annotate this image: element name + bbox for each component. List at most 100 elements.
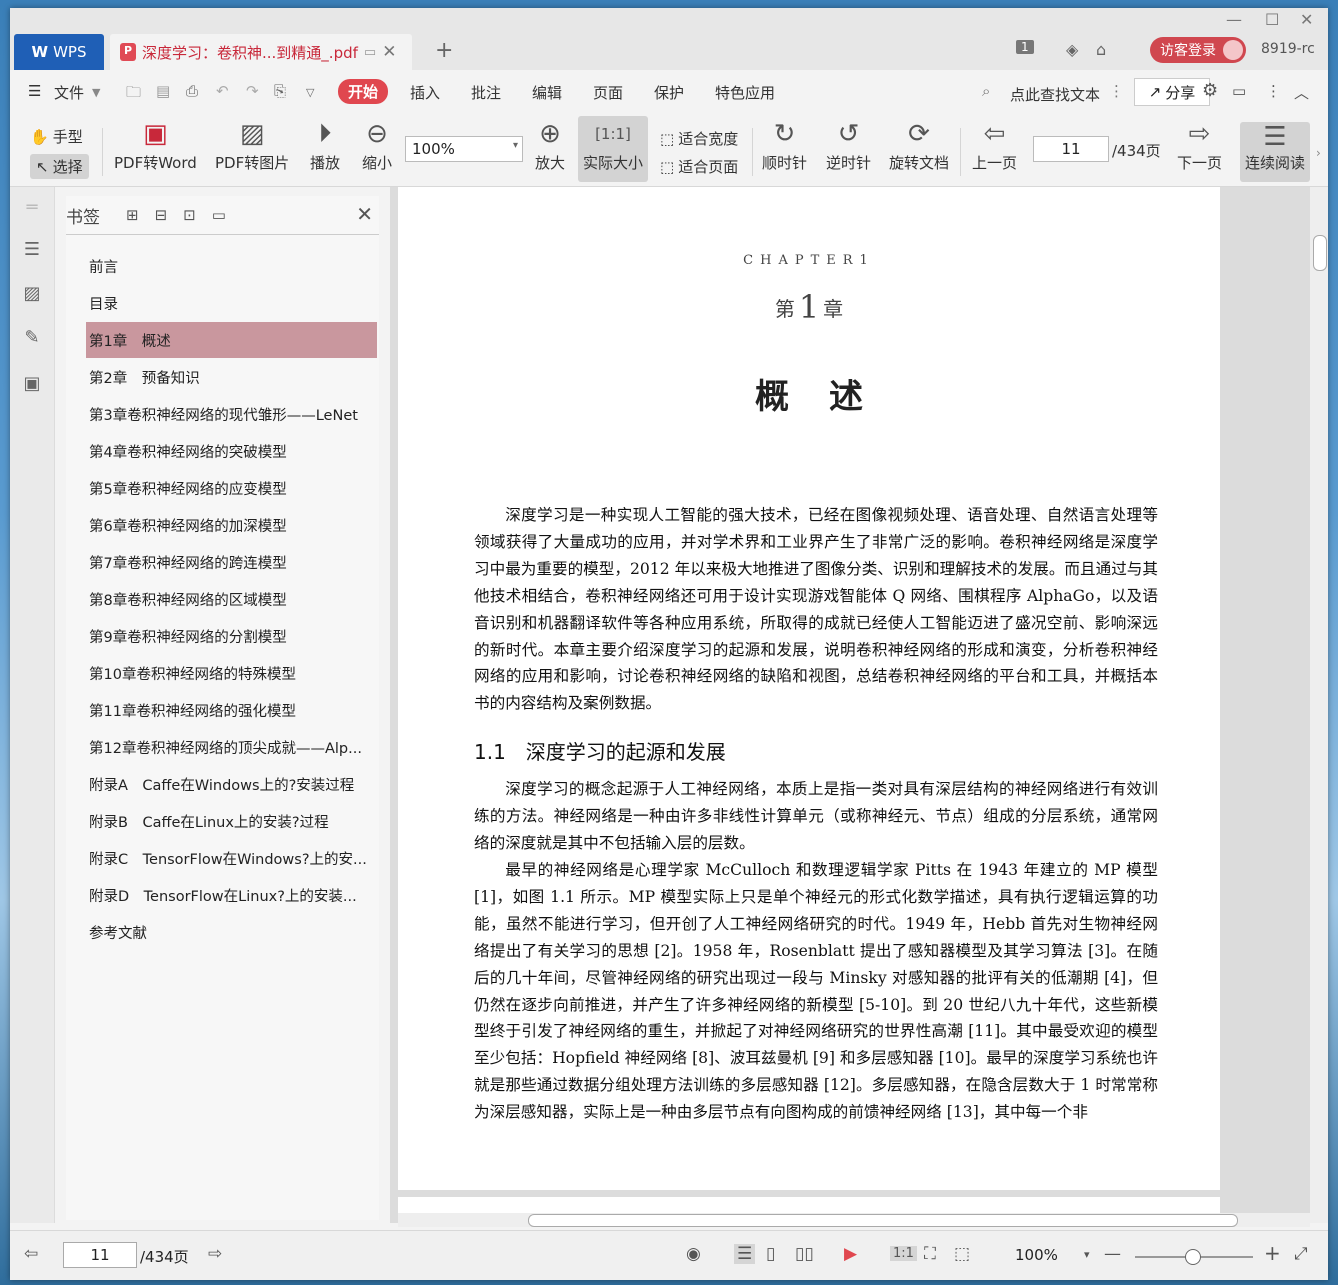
status-zoom-value[interactable]: 100%	[1015, 1246, 1058, 1264]
thumbnail-icon[interactable]: ▨	[21, 283, 43, 304]
zoom-out-button[interactable]: ⊖ 缩小	[362, 116, 392, 173]
new-tab-icon[interactable]: +	[435, 38, 453, 63]
play-icon[interactable]: ▶	[844, 1244, 857, 1264]
zoom-out-icon[interactable]: —	[1104, 1244, 1121, 1264]
bookmark-item[interactable]: ▸第10章卷积神经网络的特殊模型	[86, 655, 377, 691]
comment-icon[interactable]: ▭	[1232, 82, 1246, 100]
menu-file[interactable]: 文件	[54, 82, 84, 103]
zoom-slider-knob[interactable]	[1185, 1249, 1201, 1265]
search-text-button[interactable]: 点此查找文本	[1010, 84, 1100, 105]
bookmark-item[interactable]: 目录	[86, 285, 377, 321]
single-page-icon[interactable]: ▯	[766, 1244, 775, 1264]
rotate-clockwise-button[interactable]: ↻ 顺时针	[762, 116, 807, 173]
bookmark-item[interactable]: 附录C TensorFlow在Windows?上的安...	[86, 840, 377, 876]
close-panel-icon[interactable]: ✕	[356, 202, 373, 226]
fullscreen-icon[interactable]: ⤢	[1294, 1244, 1308, 1264]
document-viewport[interactable]: CHAPTER1 第1章 概述 深度学习是一种实现人工智能的强大技术，已经在图像…	[390, 187, 1310, 1223]
collapse-all-icon[interactable]: ⊟	[155, 206, 168, 224]
bookmark-item[interactable]: ▸第2章 预备知识	[86, 359, 377, 395]
bookmark-item[interactable]: 附录B Caffe在Linux上的安装?过程	[86, 803, 377, 839]
bookmark-item[interactable]: 附录D TensorFlow在Linux?上的安装...	[86, 877, 377, 913]
bookmark-item[interactable]: ▸第11章卷积神经网络的强化模型	[86, 692, 377, 728]
continuous-reading-button[interactable]: ☰ 连续阅读	[1240, 122, 1310, 182]
rotate-document-button[interactable]: ⟳ 旋转文档	[889, 116, 949, 173]
bookmark-item[interactable]: ▸第5章卷积神经网络的应变模型	[86, 470, 377, 506]
attachment-icon[interactable]: ▣	[21, 373, 43, 394]
save-icon[interactable]: ▤	[156, 82, 170, 100]
continuous-view-icon[interactable]: ☰	[734, 1244, 756, 1264]
hand-tool[interactable]: ✋ 手型	[30, 126, 83, 147]
next-page-button[interactable]: ⇨ 下一页	[1177, 116, 1222, 173]
search-icon[interactable]: ⌕	[982, 82, 990, 100]
fit-page-button[interactable]: ⬚ 适合页面	[660, 156, 738, 177]
bookmark-item[interactable]: 附录A Caffe在Windows上的?安装过程	[86, 766, 377, 802]
prev-page-button[interactable]: ⇦ 上一页	[972, 116, 1017, 173]
menu-special[interactable]: 特色应用	[715, 82, 775, 103]
undo-icon[interactable]: ↶	[216, 82, 229, 100]
actual-size-icon[interactable]: 1:1	[890, 1246, 917, 1261]
more-dropdown-icon[interactable]: ▽	[306, 86, 314, 99]
zoom-select[interactable]: 100%	[405, 136, 523, 162]
actual-size-button[interactable]: [1:1] 实际大小	[578, 116, 648, 182]
expand-all-icon[interactable]: ⊞	[126, 206, 139, 224]
export-icon[interactable]: ⎘	[274, 82, 286, 100]
play-button[interactable]: ⏵ 播放	[310, 116, 340, 173]
chevron-down-icon[interactable]: ▼	[92, 86, 100, 99]
login-button[interactable]: 访客登录	[1150, 37, 1246, 63]
vertical-scrollbar[interactable]	[1310, 187, 1328, 1223]
menu-start[interactable]: 开始	[338, 79, 389, 104]
menu-insert[interactable]: 插入	[410, 82, 440, 103]
bookmark-item[interactable]: ▸第8章卷积神经网络的区域模型	[86, 581, 377, 617]
fit-width-button[interactable]: ⬚ 适合宽度	[660, 128, 738, 149]
annotation-icon[interactable]: ✎	[21, 327, 43, 348]
pdf-to-word-button[interactable]: ▣ PDF转Word	[114, 116, 197, 173]
more-options-icon[interactable]: ⋮	[1266, 82, 1281, 100]
zoom-in-icon[interactable]: +	[1264, 1241, 1281, 1265]
menu-edit[interactable]: 编辑	[532, 82, 562, 103]
close-tab-icon[interactable]: ✕	[382, 42, 396, 62]
fit-page-icon[interactable]: ⛶	[924, 1244, 936, 1264]
bookmark-options-icon[interactable]: ▭	[212, 206, 226, 224]
pdf-to-image-button[interactable]: ▨ PDF转图片	[215, 116, 289, 173]
eye-protection-icon[interactable]: ◉	[686, 1244, 701, 1264]
bookmark-list-icon[interactable]: ☰	[21, 239, 43, 260]
document-tab[interactable]: 深度学习：卷积神...到精通_.pdf ▭ ✕	[110, 34, 412, 70]
gear-icon[interactable]: ⚙	[1202, 80, 1218, 101]
ribbon-scroll-right-icon[interactable]: ›	[1316, 146, 1321, 160]
bookmark-item[interactable]: ▸第6章卷积神经网络的加深模型	[86, 507, 377, 543]
more-vertical-icon[interactable]: ⋮	[1109, 82, 1124, 100]
horizontal-scroll-thumb[interactable]	[528, 1214, 1238, 1227]
add-bookmark-icon[interactable]: ⊡	[183, 206, 196, 224]
menu-protect[interactable]: 保护	[654, 82, 684, 103]
hamburger-icon[interactable]: ☰	[28, 82, 41, 100]
vertical-scroll-thumb[interactable]	[1313, 235, 1327, 271]
zoom-dropdown-icon[interactable]: ▾	[1084, 1248, 1090, 1261]
bookmark-item[interactable]: ▸第12章卷积神经网络的顶尖成就——Alp...	[86, 729, 377, 765]
bookmark-item[interactable]: ▸第9章卷积神经网络的分割模型	[86, 618, 377, 654]
share-button[interactable]: ↗ 分享	[1134, 78, 1210, 106]
horizontal-scrollbar[interactable]	[398, 1213, 1310, 1227]
zoom-in-button[interactable]: ⊕ 放大	[535, 116, 565, 173]
wps-home-tab[interactable]: W WPS	[14, 34, 104, 70]
print-icon[interactable]: ⎙	[186, 82, 198, 100]
bookmark-item[interactable]: ▸第3章卷积神经网络的现代雏形——LeNet	[86, 396, 377, 432]
status-page-input[interactable]: 11	[63, 1242, 137, 1268]
collapse-ribbon-icon[interactable]: ︿	[1294, 82, 1309, 103]
window-count-badge[interactable]: 1	[1016, 40, 1034, 54]
bookmark-item[interactable]: 参考文献	[86, 914, 377, 950]
fit-width-icon[interactable]: ⬚	[954, 1244, 970, 1264]
status-prev-page-icon[interactable]: ⇦	[24, 1244, 38, 1264]
skin-icon[interactable]: ◈	[1066, 40, 1078, 59]
bookmark-item[interactable]: ▸第4章卷积神经网络的突破模型	[86, 433, 377, 469]
page-number-input[interactable]: 11	[1033, 136, 1109, 162]
minimize-icon[interactable]: —	[1226, 10, 1242, 29]
bookmark-item[interactable]: 前言	[86, 248, 377, 284]
close-window-icon[interactable]: ✕	[1300, 10, 1313, 29]
two-page-icon[interactable]: ▯▯	[795, 1244, 814, 1264]
rotate-counterclockwise-button[interactable]: ↺ 逆时针	[826, 116, 871, 173]
bookmark-item[interactable]: ▸第7章卷积神经网络的跨连模型	[86, 544, 377, 580]
menu-page[interactable]: 页面	[593, 82, 623, 103]
status-next-page-icon[interactable]: ⇨	[208, 1244, 222, 1264]
zoom-slider[interactable]	[1135, 1249, 1253, 1265]
select-tool[interactable]: ↖ 选择	[30, 154, 89, 179]
